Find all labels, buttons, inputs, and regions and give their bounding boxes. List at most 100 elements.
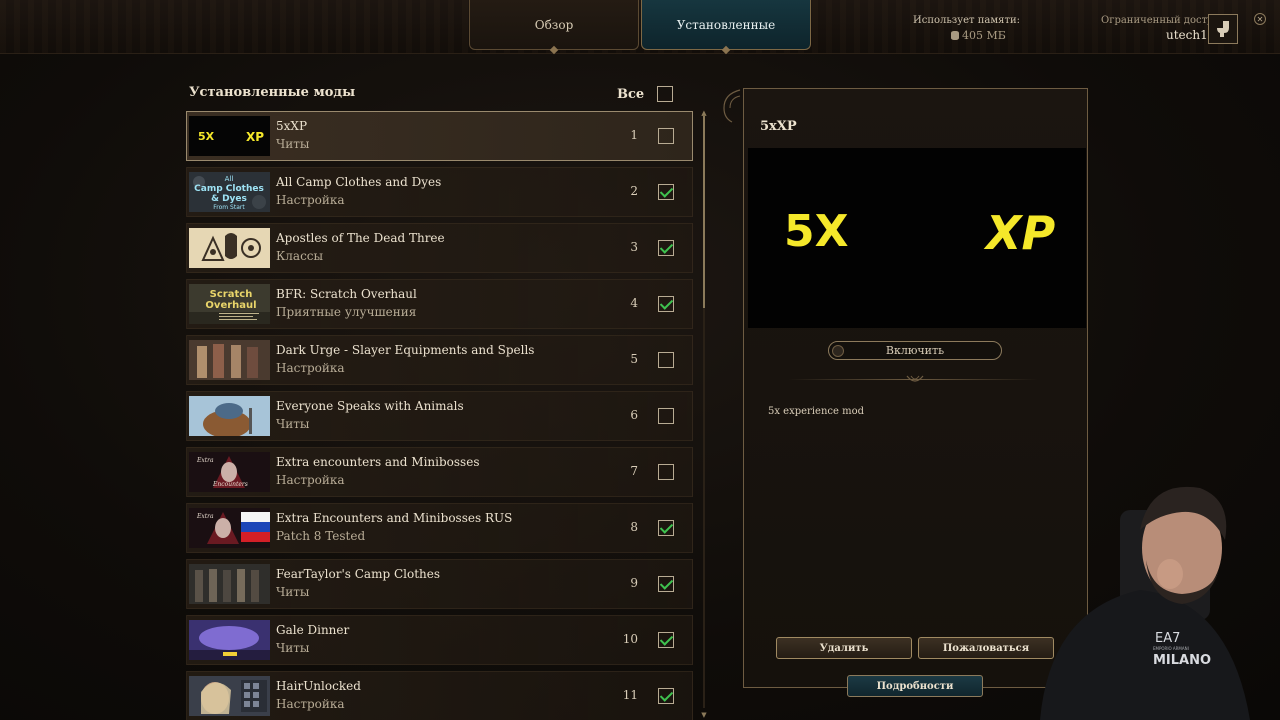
mod-name: Dark Urge - Slayer Equipments and Spells	[276, 343, 535, 357]
mod-list: 5X XP 5xXP Читы 1 All Camp Clothes & Dyes From S…	[186, 111, 694, 720]
mod-name: 5xXP	[276, 119, 308, 133]
webcam-badge-line-2: EMPORIO ARMANI	[1153, 646, 1189, 651]
thumb-camp-line-1: All	[225, 175, 234, 183]
mod-load-order: 10	[622, 632, 638, 646]
mod-enable-checkbox[interactable]	[658, 296, 674, 312]
mod-name: Extra Encounters and Minibosses RUS	[276, 511, 513, 525]
scroll-down-icon[interactable]: ▼	[700, 712, 708, 719]
mod-thumbnail	[189, 564, 270, 604]
mod-row[interactable]: Extra Extra Encounters and Minibosses RUS…	[186, 503, 693, 553]
mod-load-order: 5	[630, 352, 638, 366]
toilet-icon	[1217, 21, 1229, 37]
mod-enable-checkbox[interactable]	[658, 184, 674, 200]
details-button[interactable]: Подробности	[847, 675, 983, 697]
mod-category: Читы	[276, 137, 310, 151]
mod-description: 5x experience mod	[768, 406, 864, 417]
preview-xp-text: XP	[986, 206, 1056, 260]
database-icon	[951, 31, 959, 40]
mod-row[interactable]: 5X XP 5xXP Читы 1	[186, 111, 693, 161]
access-label: Ограниченный доступ	[1101, 15, 1220, 26]
thumb-camp-line-4: From Start	[213, 204, 245, 211]
frame-ornament-icon	[723, 89, 741, 123]
mod-row[interactable]: Scratch Overhaul BFR: Scratch Overhaul Прия…	[186, 279, 693, 329]
mod-thumbnail	[189, 676, 270, 716]
mod-thumbnail	[189, 620, 270, 660]
scroll-up-icon[interactable]: ▲	[700, 110, 708, 117]
mod-category: Читы	[276, 641, 310, 655]
installed-mods-title: Установленные моды	[189, 85, 356, 100]
mod-enable-checkbox[interactable]	[658, 464, 674, 480]
mod-thumbnail: Scratch Overhaul	[189, 284, 270, 324]
mod-load-order: 9	[630, 576, 638, 590]
detail-title: 5xXP	[760, 119, 797, 134]
tab-notch	[721, 45, 731, 55]
mod-enable-checkbox[interactable]	[658, 352, 674, 368]
mod-name: Gale Dinner	[276, 623, 350, 637]
preview-5x-text: 5X	[784, 206, 849, 257]
mod-row[interactable]: Apostles of The Dead Three Классы 3	[186, 223, 693, 273]
thumb-extra-rus-line-1: Extra	[196, 513, 214, 520]
mod-load-order: 8	[630, 520, 638, 534]
webcam-badge-line-3: MILANO	[1153, 653, 1211, 668]
mod-category: Настройка	[276, 193, 345, 207]
thumb-extra-line-1: Extra	[196, 457, 214, 464]
mod-row[interactable]: All Camp Clothes & Dyes From Start All Camp …	[186, 167, 693, 217]
mod-load-order: 7	[630, 464, 638, 478]
mod-load-order: 3	[630, 240, 638, 254]
select-all-checkbox[interactable]	[657, 86, 673, 102]
enable-toggle[interactable]: Включить	[828, 341, 1002, 360]
tab-installed-label: Установленные	[676, 17, 776, 32]
mod-load-order: 4	[630, 296, 638, 310]
mod-category: Классы	[276, 249, 324, 263]
mod-preview-image: 5X XP	[748, 148, 1086, 328]
mod-load-order: 6	[630, 408, 638, 422]
mod-row[interactable]: HairUnlocked Настройка 11	[186, 671, 693, 720]
mod-enable-checkbox[interactable]	[658, 240, 674, 256]
divider-ornament-icon	[906, 375, 924, 382]
close-icon[interactable]: ✕	[1254, 13, 1266, 25]
webcam-overlay: EA7 EMPORIO ARMANI MILANO	[1040, 486, 1250, 720]
mod-category: Настройка	[276, 361, 345, 375]
mod-thumbnail	[189, 340, 270, 380]
mod-row[interactable]: Dark Urge - Slayer Equipments and Spells…	[186, 335, 693, 385]
mod-enable-checkbox[interactable]	[658, 576, 674, 592]
memory-value-text: 405 МБ	[962, 29, 1006, 42]
username: utech1	[1166, 28, 1208, 42]
mod-enable-checkbox[interactable]	[658, 128, 674, 144]
mod-enable-checkbox[interactable]	[658, 632, 674, 648]
memory-label: Использует памяти:	[913, 15, 1021, 26]
mod-category: Читы	[276, 585, 310, 599]
mod-name: BFR: Scratch Overhaul	[276, 287, 417, 301]
select-all-label: Все	[617, 87, 645, 102]
mod-name: Apostles of The Dead Three	[276, 231, 445, 245]
tab-overview[interactable]: Обзор	[469, 0, 639, 55]
thumb-camp-line-3: & Dyes	[211, 194, 247, 204]
mod-name: All Camp Clothes and Dyes	[276, 175, 442, 189]
thumb-5x-text: 5X	[198, 130, 215, 143]
mod-row[interactable]: Extra Encounters Extra encounters and Mini…	[186, 447, 693, 497]
mod-category: Настройка	[276, 473, 345, 487]
tab-overview-label: Обзор	[534, 17, 574, 32]
delete-button[interactable]: Удалить	[776, 637, 912, 659]
scrollbar-thumb[interactable]	[703, 116, 705, 308]
mod-row[interactable]: Everyone Speaks with Animals Читы 6	[186, 391, 693, 441]
mod-enable-checkbox[interactable]	[658, 408, 674, 424]
mod-row[interactable]: Gale Dinner Читы 10	[186, 615, 693, 665]
tab-installed[interactable]: Установленные	[641, 0, 811, 55]
mod-thumbnail: Extra Encounters	[189, 452, 270, 492]
thumb-camp-line-2: Camp Clothes	[194, 184, 264, 194]
thumb-scratch-line-1: Scratch	[210, 289, 253, 300]
mod-load-order: 2	[630, 184, 638, 198]
mod-name: FearTaylor's Camp Clothes	[276, 567, 441, 581]
mod-enable-checkbox[interactable]	[658, 688, 674, 704]
memory-value: 405 МБ	[951, 29, 1006, 42]
mod-enable-checkbox[interactable]	[658, 520, 674, 536]
mod-thumbnail: Extra	[189, 508, 270, 548]
mod-category: Patch 8 Tested	[276, 529, 366, 543]
mod-row[interactable]: FearTaylor's Camp Clothes Читы 9	[186, 559, 693, 609]
mod-category: Приятные улучшения	[276, 305, 417, 319]
mod-load-order: 1	[630, 128, 638, 142]
mod-name: Extra encounters and Minibosses	[276, 455, 480, 469]
avatar[interactable]	[1208, 14, 1238, 44]
mod-thumbnail	[189, 228, 270, 268]
